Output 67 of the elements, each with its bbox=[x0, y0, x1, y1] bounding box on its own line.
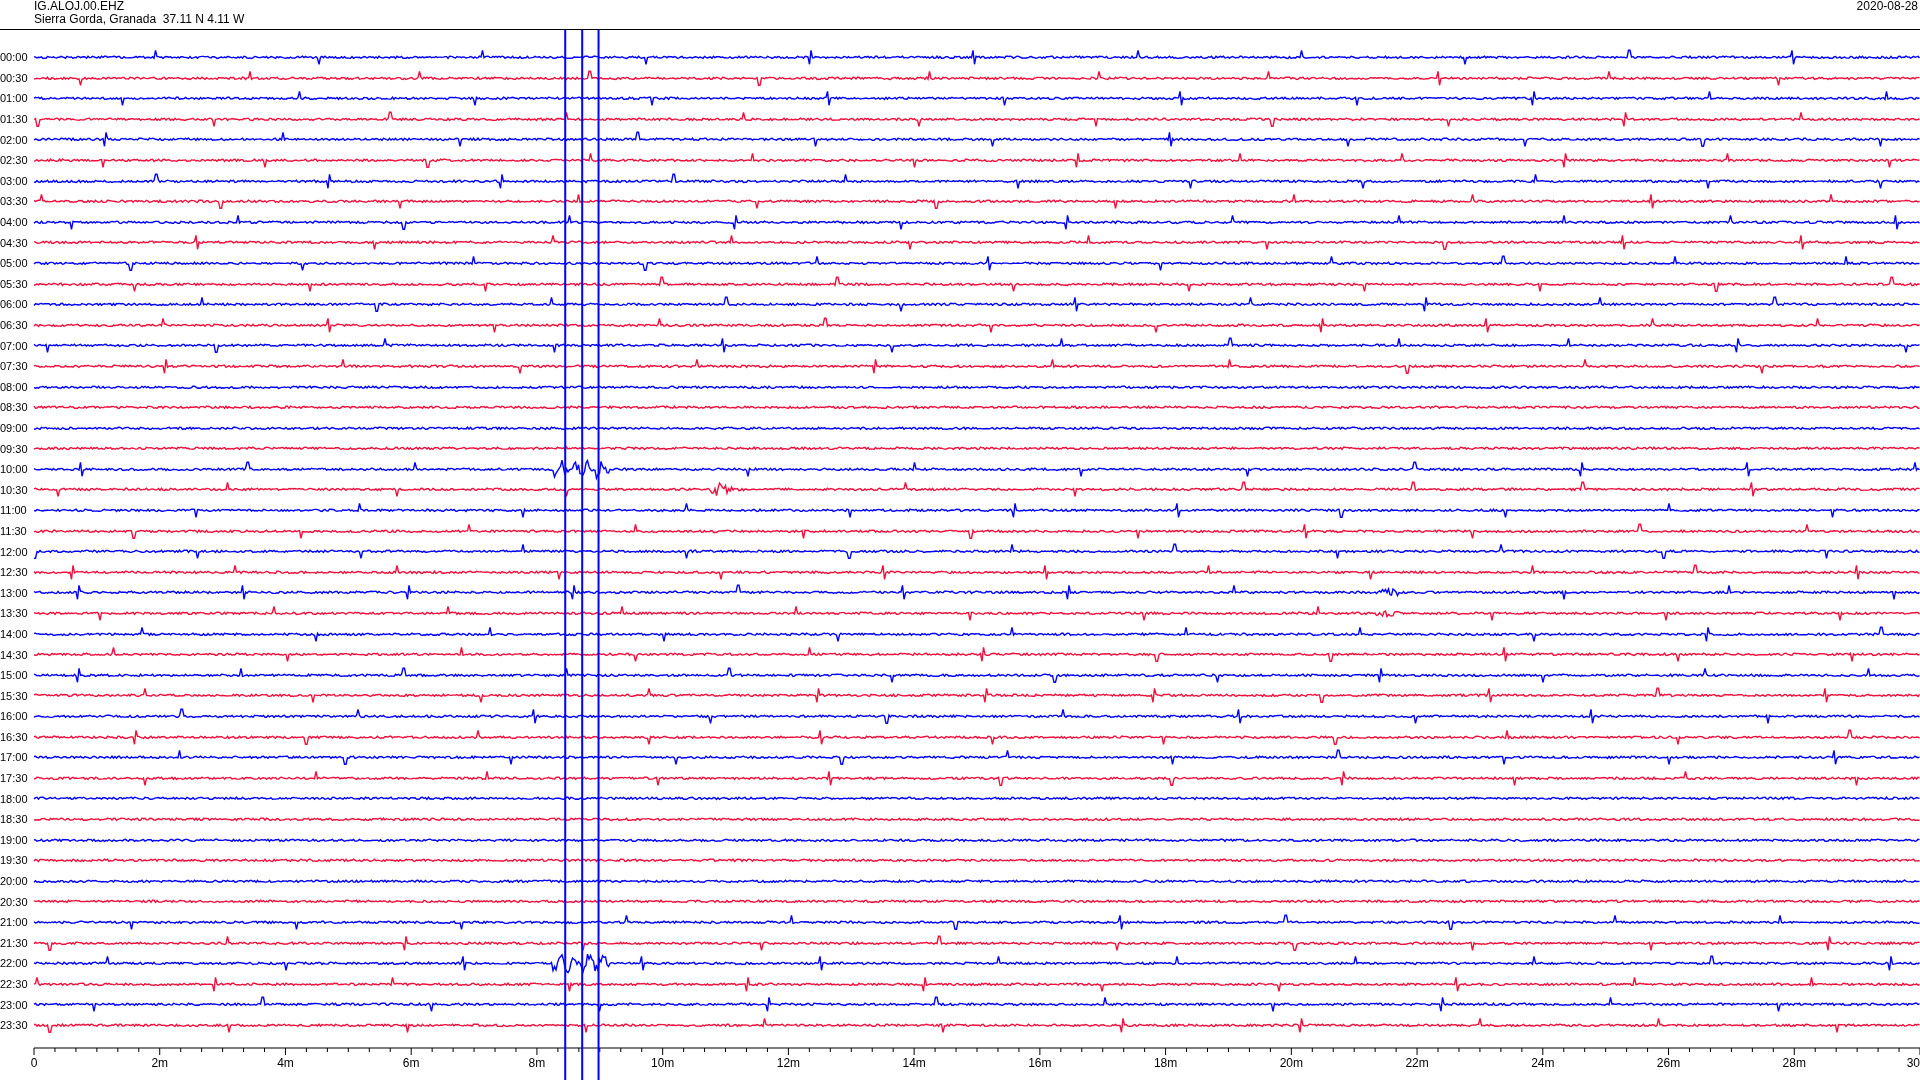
axis-tick-label: 16m bbox=[1028, 1055, 1052, 1070]
axis-tick-label: 14m bbox=[902, 1055, 926, 1070]
row-time-label: 06:00 bbox=[0, 298, 29, 311]
axis-tick-label: 8m bbox=[528, 1055, 546, 1070]
axis-tick-label: 24m bbox=[1531, 1055, 1555, 1070]
row-time-label: 06:30 bbox=[0, 319, 29, 331]
row-time-label: 21:00 bbox=[0, 916, 29, 929]
row-time-label: 07:30 bbox=[0, 360, 29, 373]
row-time-label: 00:30 bbox=[0, 71, 29, 84]
axis-tick-label: 26m bbox=[1656, 1055, 1681, 1070]
row-time-label: 14:30 bbox=[0, 648, 29, 661]
row-time-label: 14:00 bbox=[0, 627, 29, 640]
axis-tick-label: 18m bbox=[1153, 1055, 1178, 1070]
row-time-label: 19:00 bbox=[0, 833, 29, 846]
row-time-label: 05:30 bbox=[0, 277, 29, 290]
row-time-label: 19:30 bbox=[0, 854, 29, 867]
axis-tick-label: 22m bbox=[1405, 1055, 1429, 1070]
row-time-label: 11:30 bbox=[0, 524, 28, 537]
row-time-label: 09:00 bbox=[0, 422, 29, 434]
row-time-label: 21:30 bbox=[0, 936, 29, 949]
row-time-label: 16:00 bbox=[0, 710, 29, 723]
station-code: IG.ALOJ.00.EHZ bbox=[34, 0, 126, 13]
row-time-label: 22:00 bbox=[0, 957, 29, 970]
row-time-label: 01:00 bbox=[0, 92, 29, 105]
row-time-label: 10:00 bbox=[0, 463, 29, 476]
row-time-label: 07:00 bbox=[0, 339, 29, 352]
axis-tick-label: 12m bbox=[776, 1055, 801, 1070]
axis-tick-label: 20m bbox=[1279, 1055, 1303, 1070]
plot-date: 2020-08-28 bbox=[1856, 0, 1919, 13]
row-time-label: 02:00 bbox=[0, 133, 29, 146]
row-time-label: 08:00 bbox=[0, 380, 29, 393]
row-time-label: 04:30 bbox=[0, 236, 29, 249]
row-time-label: 03:00 bbox=[0, 174, 29, 187]
row-time-label: 18:00 bbox=[0, 792, 29, 805]
row-time-label: 09:30 bbox=[0, 442, 29, 455]
row-time-label: 12:30 bbox=[0, 566, 29, 579]
row-time-label: 13:30 bbox=[0, 607, 29, 620]
row-time-label: 23:30 bbox=[0, 1019, 29, 1032]
axis-tick-label: 10m bbox=[651, 1055, 675, 1070]
row-time-label: 08:30 bbox=[0, 401, 29, 414]
row-time-label: 15:00 bbox=[0, 669, 29, 682]
axis-tick-label: 30 bbox=[1906, 1055, 1920, 1070]
row-time-label: 20:30 bbox=[0, 895, 29, 908]
row-time-label: 17:30 bbox=[0, 772, 29, 785]
row-time-label: 20:00 bbox=[0, 875, 29, 888]
axis-tick-label: 2m bbox=[151, 1055, 169, 1070]
axis-tick-label: 6m bbox=[402, 1055, 420, 1070]
row-time-label: 02:30 bbox=[0, 154, 29, 167]
row-time-label: 01:30 bbox=[0, 113, 29, 126]
row-time-label: 13:00 bbox=[0, 586, 29, 599]
row-time-label: 18:30 bbox=[0, 813, 29, 826]
axis-tick-label: 28m bbox=[1782, 1055, 1806, 1070]
row-time-label: 05:00 bbox=[0, 257, 29, 270]
row-time-label: 03:30 bbox=[0, 195, 29, 208]
row-time-label: 16:30 bbox=[0, 730, 29, 743]
axis-tick-label: 0 bbox=[30, 1055, 38, 1070]
row-time-label: 23:00 bbox=[0, 998, 29, 1011]
row-time-label: 22:30 bbox=[0, 978, 29, 990]
row-time-label: 00:00 bbox=[0, 51, 29, 64]
row-time-label: 15:30 bbox=[0, 689, 29, 702]
axis-tick-label: 4m bbox=[277, 1055, 294, 1070]
row-time-label: 17:00 bbox=[0, 751, 29, 764]
row-time-label: 10:30 bbox=[0, 483, 29, 496]
row-time-label: 11:00 bbox=[0, 504, 28, 517]
row-time-label: 12:00 bbox=[0, 545, 29, 558]
station-location: Sierra Gorda, Granada 37.11 N 4.11 W bbox=[34, 13, 245, 26]
row-time-label: 04:00 bbox=[0, 216, 29, 229]
